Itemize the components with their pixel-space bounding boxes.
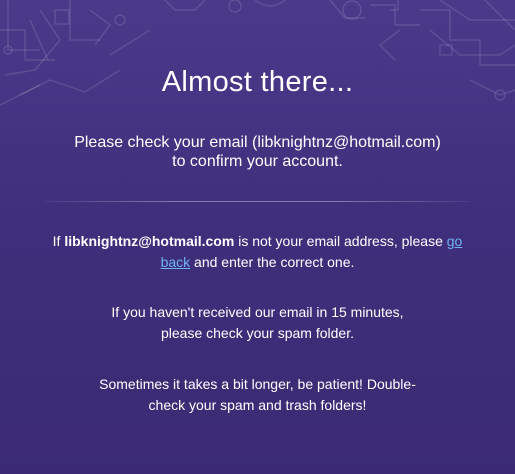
confirmation-panel: Almost there... Please check your email …	[0, 0, 515, 474]
check-email-line-1: Please check your email (libknightnz@hot…	[74, 134, 441, 151]
spam-folder-message: If you haven't received our email in 15 …	[50, 302, 465, 344]
email-address: libknightnz@hotmail.com	[64, 233, 235, 249]
wrong-email-message: If libknightnz@hotmail.com is not your e…	[50, 231, 465, 273]
patience-message: Sometimes it takes a bit longer, be pati…	[50, 374, 465, 416]
check-email-line-2: to confirm your account.	[172, 153, 343, 170]
divider	[45, 201, 470, 202]
page-title: Almost there...	[161, 66, 354, 98]
spam-folder-line-2: please check your spam folder.	[161, 325, 354, 341]
patience-line-1: Sometimes it takes a bit longer, be pati…	[99, 376, 416, 392]
wrong-email-prefix: If	[52, 233, 65, 249]
wrong-email-middle: is not your email address, please	[234, 233, 447, 249]
spam-folder-line-1: If you haven't received our email in 15 …	[111, 304, 404, 320]
check-email-message: Please check your email (libknightnz@hot…	[40, 133, 475, 171]
wrong-email-suffix: and enter the correct one.	[190, 254, 355, 270]
patience-line-2: check your spam and trash folders!	[148, 397, 367, 413]
